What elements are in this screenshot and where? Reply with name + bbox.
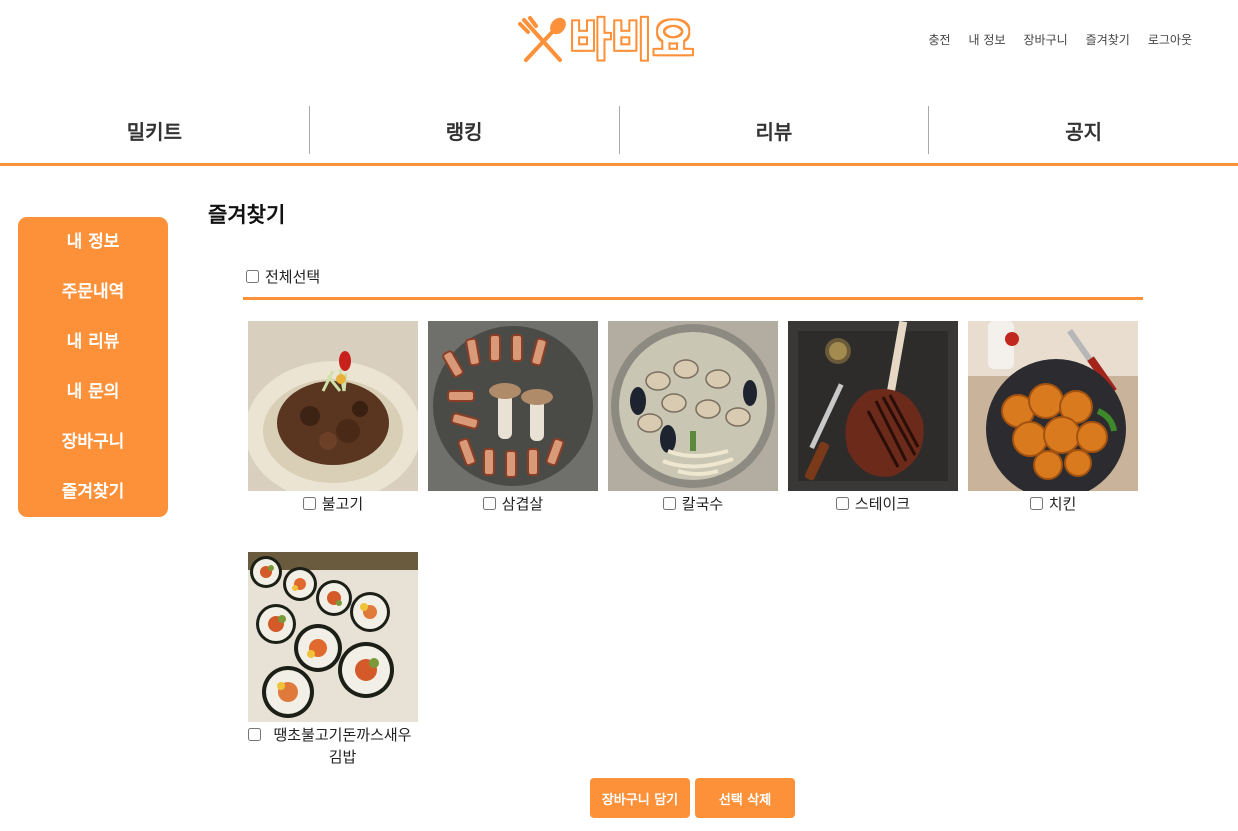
favorite-item: 삼겹살 <box>428 321 598 515</box>
favorite-checkbox[interactable] <box>302 497 316 510</box>
add-to-cart-button[interactable]: 장바구니 담기 <box>590 778 690 818</box>
select-all[interactable]: 전체선택 <box>246 266 320 287</box>
favorite-checkbox[interactable] <box>248 728 261 741</box>
page-title: 즐겨찾기 <box>208 203 286 227</box>
favorite-item-label[interactable]: 삼겹살 <box>428 493 598 515</box>
fork-spoon-icon <box>518 16 566 62</box>
side-item-my-reviews[interactable]: 내 리뷰 <box>18 317 168 367</box>
top-links: 충전 내 정보 장바구니 즐겨찾기 로그아웃 <box>928 31 1192 48</box>
favorite-checkbox[interactable] <box>835 497 849 510</box>
select-all-label: 전체선택 <box>265 268 321 286</box>
favorite-checkbox[interactable] <box>1029 497 1043 510</box>
favorite-item: 땡초불고기돈까스새우김밥 <box>248 552 418 768</box>
chicken-image[interactable] <box>968 321 1138 491</box>
favorite-name: 치킨 <box>1048 495 1077 513</box>
favorite-name: 칼국수 <box>681 495 724 513</box>
favorite-name: 땡초불고기돈까스새우김밥 <box>273 726 412 766</box>
favorite-item-label[interactable]: 치킨 <box>968 493 1138 515</box>
nav-mealkit[interactable]: 밀키트 <box>0 106 309 154</box>
side-item-favorites[interactable]: 즐겨찾기 <box>18 467 168 517</box>
favorite-item: 칼국수 <box>608 321 778 515</box>
favorite-item: 치킨 <box>968 321 1138 515</box>
favorite-checkbox[interactable] <box>662 497 676 510</box>
gimbap-image[interactable] <box>248 552 418 722</box>
nav-notice[interactable]: 공지 <box>929 106 1238 154</box>
favorite-checkbox[interactable] <box>482 497 496 510</box>
nav-ranking[interactable]: 랭킹 <box>310 106 619 154</box>
side-item-orders[interactable]: 주문내역 <box>18 267 168 317</box>
favorite-name: 불고기 <box>321 495 364 513</box>
top-link-logout[interactable]: 로그아웃 <box>1148 31 1192 48</box>
side-item-my-inquiries[interactable]: 내 문의 <box>18 367 168 417</box>
top-link-charge[interactable]: 충전 <box>928 31 950 48</box>
top-link-favorites[interactable]: 즐겨찾기 <box>1086 31 1130 48</box>
favorite-name: 삼겹살 <box>501 495 544 513</box>
content-divider <box>243 297 1143 300</box>
top-link-my-info[interactable]: 내 정보 <box>969 31 1006 48</box>
steak-image[interactable] <box>788 321 958 491</box>
favorite-item-label[interactable]: 불고기 <box>248 493 418 515</box>
nav-review[interactable]: 리뷰 <box>620 106 929 154</box>
main-nav: 밀키트 랭킹 리뷰 공지 <box>0 106 1238 154</box>
favorite-item: 불고기 <box>248 321 418 515</box>
side-item-cart[interactable]: 장바구니 <box>18 417 168 467</box>
kalguksu-image[interactable] <box>608 321 778 491</box>
select-all-checkbox[interactable] <box>246 270 259 283</box>
favorite-item-label[interactable]: 칼국수 <box>608 493 778 515</box>
logo[interactable]: 바비요 <box>518 14 720 67</box>
favorite-name: 스테이크 <box>854 495 911 513</box>
side-item-my-info[interactable]: 내 정보 <box>18 217 168 267</box>
favorite-item: 스테이크 <box>788 321 958 515</box>
nav-underline <box>0 163 1238 166</box>
bulgogi-image[interactable] <box>248 321 418 491</box>
favorite-item-label[interactable]: 땡초불고기돈까스새우김밥 <box>248 724 418 768</box>
samgyeopsal-image[interactable] <box>428 321 598 491</box>
side-menu: 내 정보 주문내역 내 리뷰 내 문의 장바구니 즐겨찾기 <box>18 217 168 517</box>
favorite-item-label[interactable]: 스테이크 <box>788 493 958 515</box>
logo-text: 바비요 <box>568 14 695 67</box>
top-link-cart[interactable]: 장바구니 <box>1023 31 1067 48</box>
delete-selected-button[interactable]: 선택 삭제 <box>695 778 795 818</box>
